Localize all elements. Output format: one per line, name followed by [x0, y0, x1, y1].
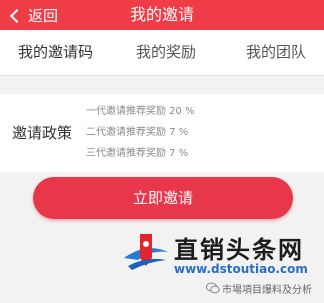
invite-policy-panel: 邀请政策 一代邀请推荐奖励 20 % 二代邀请推荐奖励 7 % 三代邀请推荐奖励… — [0, 94, 324, 172]
tab-my-invite-code[interactable]: 我的邀请码 — [18, 30, 93, 76]
policy-line-gen3: 三代邀请推荐奖励 7 % — [86, 148, 189, 159]
policy-label: 邀请政策 — [12, 124, 73, 142]
top-bar: 返回 我的邀请 — [0, 0, 324, 30]
page-title: 我的邀请 — [129, 5, 194, 24]
tab-my-rewards[interactable]: 我的奖励 — [136, 30, 196, 76]
policy-list: 一代邀请推荐奖励 20 % 二代邀请推荐奖励 7 % 三代邀请推荐奖励 7 % — [86, 106, 195, 169]
policy-line-gen2: 二代邀请推荐奖励 7 % — [86, 127, 189, 138]
watermark-account: 市場項目爆料及分析 — [222, 285, 312, 296]
watermark-name: 直销头条网 — [174, 236, 304, 264]
watermark: 直销头条网 www.dstoutiao.com 市場項目爆料及分析 — [0, 222, 324, 303]
policy-line-gen1: 一代邀请推荐奖励 20 % — [86, 106, 195, 117]
tab-my-team[interactable]: 我的团队 — [246, 30, 306, 76]
tab-bar: 我的邀请码 我的奖励 我的团队 — [0, 30, 324, 103]
wechat-icon — [206, 282, 220, 294]
invite-now-button[interactable]: 立即邀请 — [33, 177, 293, 219]
site-logo-icon — [124, 234, 168, 270]
watermark-url: www.dstoutiao.com — [174, 262, 308, 276]
